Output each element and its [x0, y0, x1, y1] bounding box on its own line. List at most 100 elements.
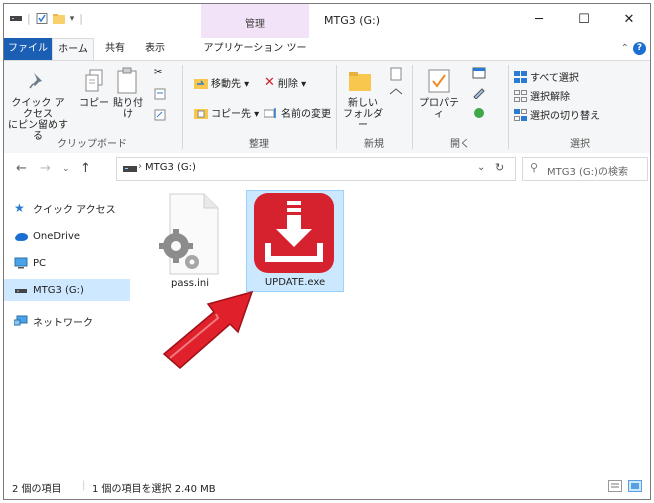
- cut-icon[interactable]: ✂: [154, 67, 162, 78]
- select-all-button[interactable]: すべて選択: [514, 69, 579, 84]
- nav-item-mtg3-drive[interactable]: MTG3 (G:): [4, 279, 130, 301]
- cloud-icon: [15, 233, 28, 241]
- move-to-button[interactable]: 移動先 ▾: [194, 75, 249, 90]
- tab-file[interactable]: ファイル: [4, 38, 52, 60]
- tab-share[interactable]: 共有: [96, 38, 134, 60]
- paste-shortcut-icon[interactable]: [154, 109, 166, 121]
- group-divider: [412, 65, 413, 149]
- easy-access-icon[interactable]: [388, 87, 404, 101]
- invert-selection-button[interactable]: 選択の切り替え: [514, 107, 600, 122]
- rename-label: 名前の変更: [281, 109, 331, 120]
- nav-item-label: クイック アクセス: [33, 204, 116, 216]
- properties-check-icon[interactable]: [36, 13, 48, 24]
- drive-icon: [15, 289, 27, 293]
- move-to-label: 移動先 ▾: [211, 79, 250, 90]
- edit-icon[interactable]: [472, 87, 486, 99]
- qat-dropdown-icon[interactable]: ▾: [70, 14, 75, 24]
- search-icon: ⚲: [530, 161, 539, 174]
- group-divider: [182, 65, 183, 149]
- open-group-label: 開く: [450, 139, 470, 150]
- close-button[interactable]: ✕: [614, 8, 644, 32]
- rename-icon: [264, 107, 276, 118]
- download-icon: [254, 193, 334, 273]
- paste-button[interactable]: 貼り付け: [110, 98, 146, 120]
- forward-button[interactable]: →: [40, 161, 51, 176]
- new-folder-button[interactable]: 新しい フォルダー: [340, 98, 386, 131]
- address-dropdown-icon[interactable]: ⌄: [477, 162, 485, 173]
- copy-button[interactable]: コピー: [76, 98, 112, 109]
- select-group-label: 選択: [570, 139, 590, 150]
- drive-icon: [123, 166, 137, 172]
- copy-to-button[interactable]: コピー先 ▾: [194, 105, 259, 120]
- delete-button[interactable]: ✕ 削除 ▾: [264, 75, 306, 90]
- properties-button[interactable]: プロパティ: [416, 98, 462, 120]
- history-icon[interactable]: [472, 107, 486, 119]
- drive-icon: [10, 16, 22, 21]
- nav-item-quick-access[interactable]: ★ クイック アクセス: [4, 197, 130, 219]
- red-pointer-arrow-icon: [162, 290, 254, 369]
- minimize-button[interactable]: ─: [524, 8, 554, 32]
- group-divider: [336, 65, 337, 149]
- ribbon-right-controls: ⌃ ?: [621, 42, 646, 55]
- nav-item-onedrive[interactable]: OneDrive: [4, 225, 130, 247]
- search-box[interactable]: ⚲ MTG3 (G:)の検索: [522, 157, 648, 181]
- navigation-pane: ★ クイック アクセス OneDrive PC MTG3 (G:) ネットワーク: [4, 190, 134, 470]
- file-item-update-exe[interactable]: UPDATE.exe: [246, 190, 344, 292]
- invert-selection-icon: [514, 108, 527, 121]
- file-item-pass-ini[interactable]: pass.ini: [146, 190, 234, 294]
- open-icon[interactable]: [472, 67, 486, 79]
- breadcrumb-chevron-icon: ›: [138, 161, 142, 172]
- star-icon: ★: [14, 201, 25, 215]
- select-group: すべて選択 選択解除 選択の切り替え 選択: [510, 61, 650, 153]
- select-all-icon: [514, 70, 527, 83]
- recent-locations-icon[interactable]: ⌄: [62, 164, 70, 174]
- address-path: MTG3 (G:): [145, 162, 196, 173]
- clipboard-group: クイック アクセス にピン留めする コピー 貼り付け ✂ クリップボード: [4, 61, 180, 153]
- copy-icon: [85, 69, 103, 92]
- tab-home[interactable]: ホーム: [52, 38, 94, 62]
- organize-group: 移動先 ▾ ✕ 削除 ▾ コピー先 ▾ 名前の変更 整理: [184, 61, 334, 153]
- nav-item-pc[interactable]: PC: [4, 252, 130, 274]
- delete-x-icon: ✕: [264, 75, 275, 90]
- address-bar[interactable]: › MTG3 (G:) ⌄ ↻: [116, 157, 516, 181]
- nav-item-label: ネットワーク: [33, 317, 93, 329]
- status-selection: 1 個の項目を選択 2.40 MB: [92, 484, 216, 495]
- copy-to-label: コピー先 ▾: [211, 109, 260, 120]
- pc-icon: [14, 257, 28, 269]
- organize-group-label: 整理: [249, 139, 269, 150]
- select-none-label: 選択解除: [530, 92, 570, 103]
- large-icons-view-icon[interactable]: [628, 480, 642, 492]
- select-none-button[interactable]: 選択解除: [514, 88, 570, 103]
- maximize-button[interactable]: ☐: [569, 8, 599, 32]
- nav-item-label: MTG3 (G:): [33, 284, 84, 296]
- quick-access-toolbar: | ▾ |: [10, 12, 83, 25]
- new-item-icon[interactable]: [388, 67, 404, 81]
- qat-divider-2: |: [79, 12, 83, 25]
- nav-item-label: OneDrive: [33, 230, 81, 242]
- new-folder-icon[interactable]: [52, 13, 65, 24]
- search-placeholder: MTG3 (G:)の検索: [547, 167, 628, 178]
- pin-icon: [29, 73, 42, 89]
- select-all-label: すべて選択: [530, 73, 579, 84]
- ribbon: クイック アクセス にピン留めする コピー 貼り付け ✂ クリップボード 移動先…: [4, 60, 650, 154]
- refresh-icon[interactable]: ↻: [495, 161, 504, 174]
- back-button[interactable]: ←: [16, 161, 27, 176]
- tab-application-tools[interactable]: アプリケーション ツール: [201, 38, 309, 76]
- properties-icon: [428, 69, 450, 93]
- settings-file-icon: [159, 193, 219, 275]
- clipboard-group-label: クリップボード: [57, 139, 127, 150]
- details-view-icon[interactable]: [608, 480, 622, 492]
- up-button[interactable]: ↑: [80, 161, 91, 176]
- ribbon-collapse-icon[interactable]: ⌃: [621, 43, 629, 54]
- help-icon[interactable]: ?: [633, 42, 646, 55]
- window-title: MTG3 (G:): [324, 14, 381, 27]
- network-icon: [14, 315, 28, 326]
- new-group-label: 新規: [364, 139, 384, 150]
- status-bar: 2 個の項目 | 1 個の項目を選択 2.40 MB: [4, 475, 650, 499]
- move-to-icon: [194, 78, 208, 89]
- nav-item-network[interactable]: ネットワーク: [4, 310, 130, 332]
- group-divider: [508, 65, 509, 149]
- tab-view[interactable]: 表示: [136, 38, 174, 60]
- copy-path-icon[interactable]: [154, 88, 166, 100]
- rename-button[interactable]: 名前の変更: [264, 105, 331, 120]
